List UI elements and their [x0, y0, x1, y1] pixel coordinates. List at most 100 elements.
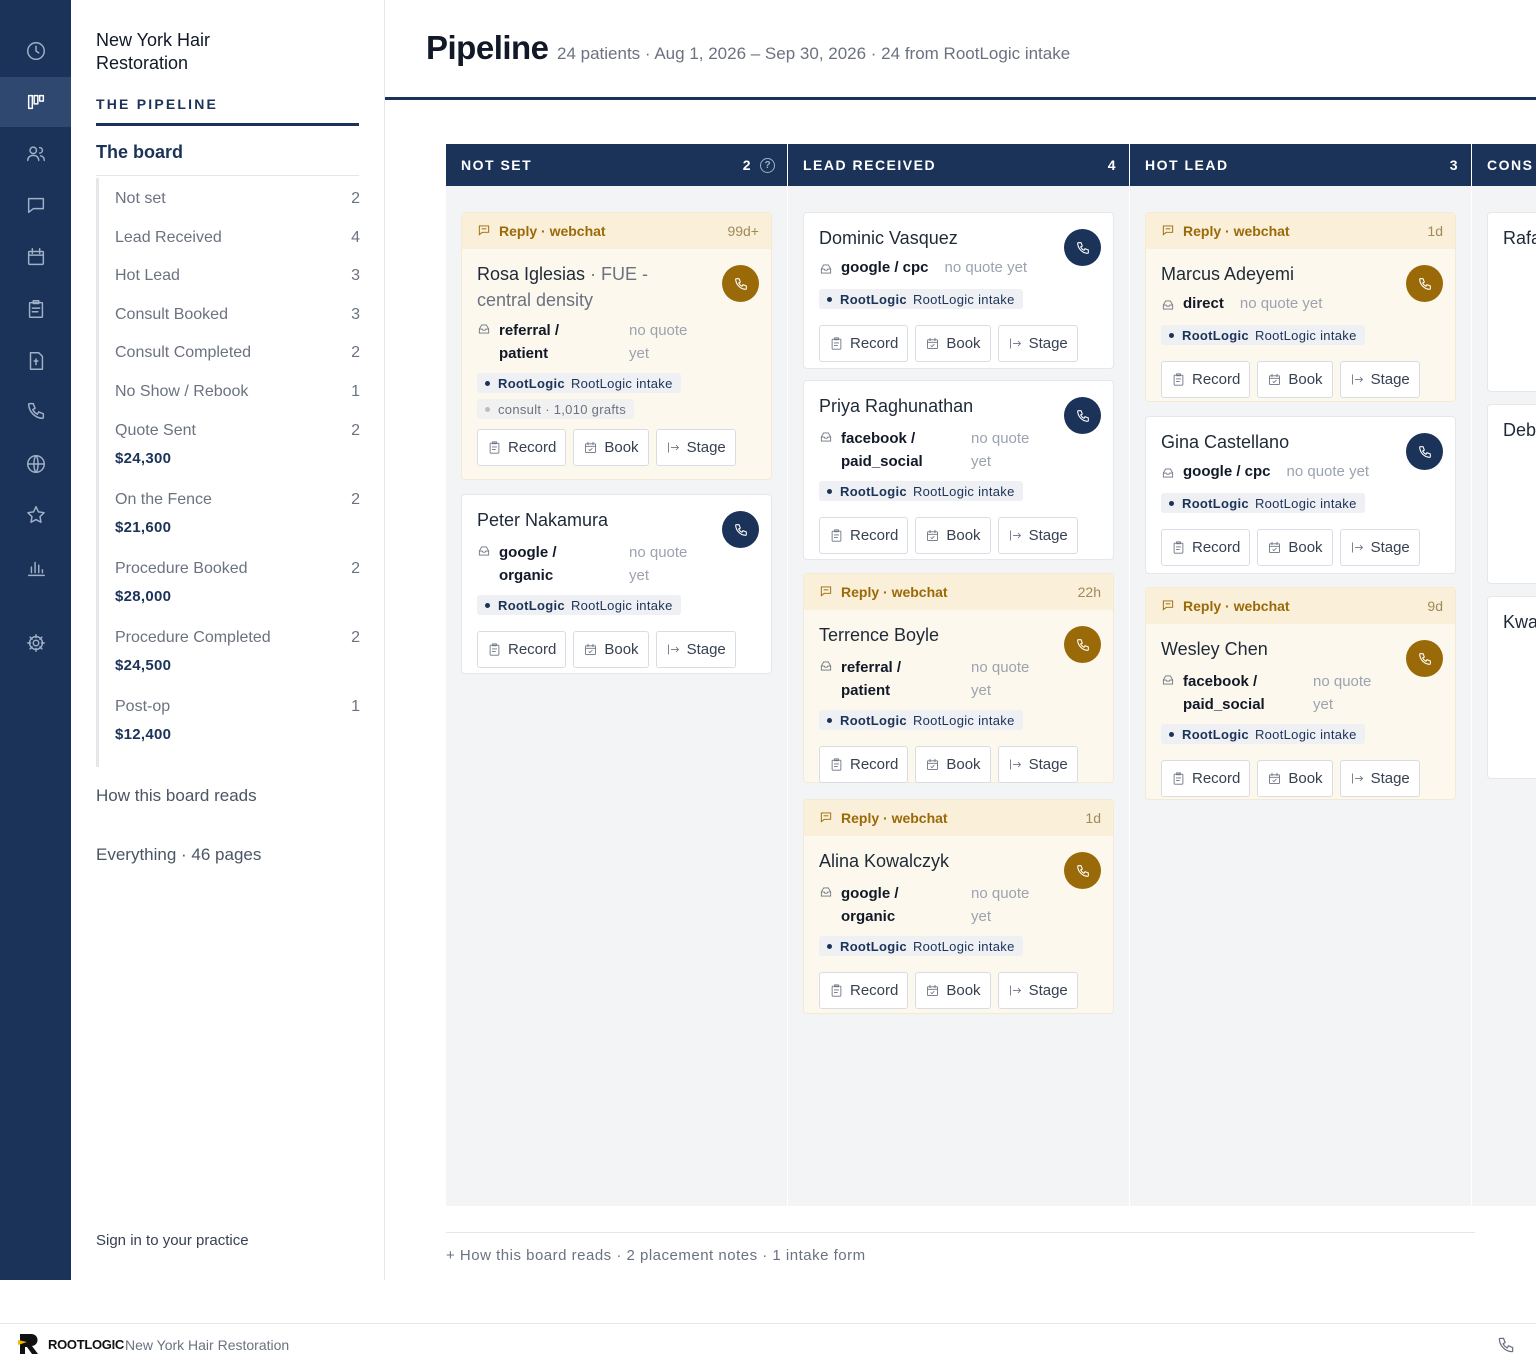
call-button[interactable] [722, 265, 759, 302]
source-name: google / cpc [1183, 463, 1271, 480]
board-footer-note[interactable]: + How this board reads · 2 placement not… [446, 1247, 866, 1264]
patient-card[interactable]: Gina Castellano google / cpc no quote ye… [1145, 416, 1456, 574]
book-button[interactable]: Book [573, 429, 649, 466]
sidebar-stage-item[interactable]: Procedure Completed 2 $24,500 [115, 629, 360, 674]
sidebar-stage-item[interactable]: Consult Completed 2 [115, 344, 360, 362]
source-name: referral / patient [499, 322, 560, 362]
sidebar-stage-item[interactable]: Consult Booked 3 [115, 306, 360, 324]
sidebar-stage-item[interactable]: Quote Sent 2 $24,300 [115, 422, 360, 467]
call-button[interactable] [1064, 626, 1101, 663]
record-button[interactable]: Record [819, 972, 909, 1009]
patient-card[interactable]: Reply · webchat 1d Alina Kowalczyk google… [803, 799, 1114, 1014]
book-button[interactable]: Book [1257, 760, 1333, 797]
call-button[interactable] [1406, 433, 1443, 470]
reply-banner[interactable]: Reply · webchat 99d+ [462, 213, 771, 249]
everything-link[interactable]: Everything · 46 pages [96, 845, 261, 865]
tag-brand: RootLogic [498, 597, 565, 613]
patient-card[interactable]: Reply · webchat 22h Terrence Boyle referr… [803, 573, 1114, 783]
sidebar-stage-item[interactable]: Hot Lead 3 [115, 267, 360, 285]
patient-card[interactable]: Reply · webchat 9d Wesley Chen facebook /… [1145, 587, 1456, 800]
source-icon [819, 259, 841, 276]
patient-card[interactable]: Reply · webchat 99d+ Rosa Iglesias · FUE … [461, 212, 772, 480]
record-button[interactable]: Record [819, 517, 909, 554]
reply-banner[interactable]: Reply · webchat 22h [804, 574, 1113, 610]
record-button[interactable]: Record [1161, 361, 1251, 398]
source-name: facebook / paid_social [841, 430, 923, 470]
call-button[interactable] [722, 511, 759, 548]
source-icon [1161, 670, 1183, 687]
patient-card[interactable]: Reply · webchat 1d Marcus Adeyemi direct … [1145, 212, 1456, 402]
reply-banner[interactable]: Reply · webchat 1d [804, 800, 1113, 836]
sidebar-stage-item[interactable]: Lead Received 4 [115, 229, 360, 247]
patient-card[interactable]: Dominic Vasquez google / cpc no quote ye… [803, 212, 1114, 369]
record-button[interactable]: Record [477, 631, 567, 668]
patient-card[interactable]: Kwa [1487, 596, 1536, 779]
book-label: Book [946, 982, 981, 999]
phone-icon[interactable] [1496, 1335, 1516, 1355]
call-button[interactable] [1406, 265, 1443, 302]
sidebar-stage-item[interactable]: Procedure Booked 2 $28,000 [115, 560, 360, 605]
stage-button[interactable]: Stage [1339, 760, 1420, 797]
how-board-reads-link[interactable]: How this board reads [96, 786, 257, 806]
stage-button[interactable]: Stage [1339, 529, 1420, 566]
reply-banner[interactable]: Reply · webchat 1d [1146, 213, 1455, 249]
clipboard-icon[interactable] [0, 284, 71, 334]
people-icon[interactable] [0, 129, 71, 179]
book-button[interactable]: Book [573, 631, 649, 668]
stage-button[interactable]: Stage [997, 325, 1078, 362]
phone-icon [1417, 651, 1433, 667]
call-button[interactable] [1064, 852, 1101, 889]
practice-name: New York Hair Restoration [96, 30, 211, 73]
clock-icon[interactable] [0, 26, 71, 76]
sign-in-link[interactable]: Sign in to your practice [96, 1232, 249, 1249]
patient-card[interactable]: Rafa [1487, 212, 1536, 392]
tag-text: RootLogic intake [912, 938, 1015, 954]
board-icon[interactable] [0, 77, 71, 127]
stage-button[interactable]: Stage [1339, 361, 1420, 398]
stage-button[interactable]: Stage [997, 746, 1078, 783]
reply-age: 1d [1085, 810, 1101, 826]
patient-card[interactable]: Deb [1487, 404, 1536, 584]
document-icon[interactable] [0, 336, 71, 386]
patient-card[interactable]: Priya Raghunathan facebook / paid_social… [803, 380, 1114, 560]
call-button[interactable] [1064, 397, 1101, 434]
gear-icon[interactable] [0, 618, 71, 668]
reply-banner[interactable]: Reply · webchat 9d [1146, 588, 1455, 624]
stage-button[interactable]: Stage [655, 429, 736, 466]
sidebar-stage-item[interactable]: No Show / Rebook 1 [115, 383, 360, 401]
sidebar-stage-item[interactable]: Post-op 1 $12,400 [115, 698, 360, 743]
chart-icon[interactable] [0, 543, 71, 593]
record-button[interactable]: Record [1161, 529, 1251, 566]
record-button[interactable]: Record [1161, 760, 1251, 797]
globe-icon[interactable] [0, 439, 71, 489]
stage-button[interactable]: Stage [997, 517, 1078, 554]
chat-icon[interactable] [0, 180, 71, 230]
calendar-icon[interactable] [0, 232, 71, 282]
sidebar-stage-item[interactable]: Not set 2 [115, 190, 360, 208]
record-button[interactable]: Record [819, 325, 909, 362]
tag-brand: RootLogic [1182, 327, 1249, 343]
call-button[interactable] [1064, 229, 1101, 266]
board-link[interactable]: The board [96, 142, 183, 163]
book-button[interactable]: Book [915, 746, 991, 783]
calendar-icon [925, 757, 940, 772]
book-button[interactable]: Book [915, 517, 991, 554]
stage-button[interactable]: Stage [655, 631, 736, 668]
sidebar-stage-item[interactable]: On the Fence 2 $21,600 [115, 491, 360, 536]
tag-text: RootLogic intake [1254, 327, 1357, 343]
star-icon[interactable] [0, 490, 71, 540]
phone-icon [1075, 863, 1091, 879]
help-icon[interactable]: ? [760, 157, 775, 173]
book-button[interactable]: Book [915, 972, 991, 1009]
call-button[interactable] [1406, 640, 1443, 677]
record-label: Record [1192, 539, 1241, 556]
book-button[interactable]: Book [915, 325, 991, 362]
record-button[interactable]: Record [477, 429, 567, 466]
book-button[interactable]: Book [1257, 529, 1333, 566]
record-button[interactable]: Record [819, 746, 909, 783]
book-button[interactable]: Book [1257, 361, 1333, 398]
stage-button[interactable]: Stage [997, 972, 1078, 1009]
patient-card[interactable]: Peter Nakamura google / organic no quote… [461, 494, 772, 674]
phone-icon[interactable] [0, 386, 71, 436]
tag-brand: RootLogic [840, 483, 907, 499]
